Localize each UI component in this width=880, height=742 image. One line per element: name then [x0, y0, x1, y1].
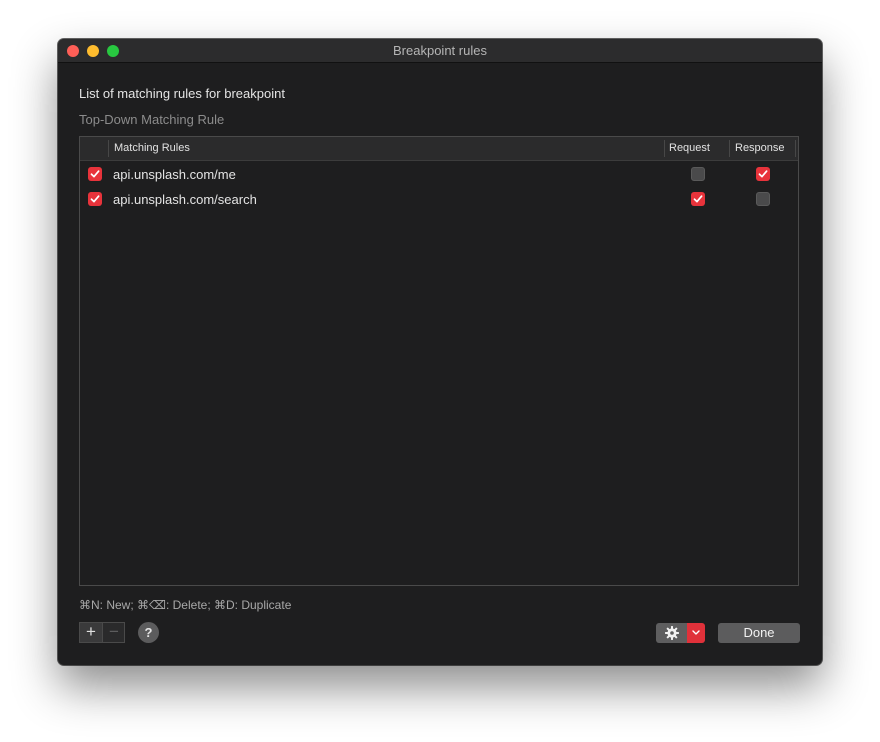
settings-menu-button[interactable] [656, 623, 705, 643]
column-header-request[interactable]: Request [669, 142, 710, 154]
response-checkbox[interactable] [756, 167, 770, 181]
checkmark-icon [693, 195, 703, 203]
checkmark-icon [90, 195, 100, 203]
table-row[interactable]: api.unsplash.com/search [80, 187, 798, 212]
remove-rule-button[interactable]: − [103, 623, 125, 642]
add-remove-control: + − [79, 622, 125, 643]
column-separator [108, 140, 109, 157]
rule-pattern: api.unsplash.com/me [113, 167, 236, 182]
column-header-matching-rules[interactable]: Matching Rules [114, 142, 190, 154]
title-bar: Breakpoint rules [58, 39, 822, 63]
gear-icon[interactable] [656, 623, 687, 643]
page-heading: List of matching rules for breakpoint [79, 86, 285, 101]
rules-table: Matching Rules Request Response api.unsp… [79, 136, 799, 586]
table-header: Matching Rules Request Response [80, 137, 798, 161]
checkmark-icon [90, 170, 100, 178]
column-separator [664, 140, 665, 157]
keyboard-shortcuts-hint: ⌘N: New; ⌘⌫: Delete; ⌘D: Duplicate [79, 598, 292, 612]
column-separator [729, 140, 730, 157]
checkmark-icon [758, 170, 768, 178]
matching-mode-label: Top-Down Matching Rule [79, 112, 225, 127]
window-title: Breakpoint rules [393, 43, 487, 58]
rule-enabled-checkbox[interactable] [88, 192, 102, 206]
add-rule-button[interactable]: + [80, 623, 103, 642]
request-checkbox[interactable] [691, 192, 705, 206]
column-header-response[interactable]: Response [735, 142, 785, 154]
breakpoint-rules-window: Breakpoint rules List of matching rules … [58, 39, 822, 665]
help-button[interactable]: ? [138, 622, 159, 643]
chevron-down-icon[interactable] [687, 623, 705, 643]
rule-pattern: api.unsplash.com/search [113, 192, 257, 207]
rule-enabled-checkbox[interactable] [88, 167, 102, 181]
response-checkbox[interactable] [756, 192, 770, 206]
table-row[interactable]: api.unsplash.com/me [80, 162, 798, 187]
request-checkbox[interactable] [691, 167, 705, 181]
done-button[interactable]: Done [718, 623, 800, 643]
column-separator [795, 140, 796, 157]
